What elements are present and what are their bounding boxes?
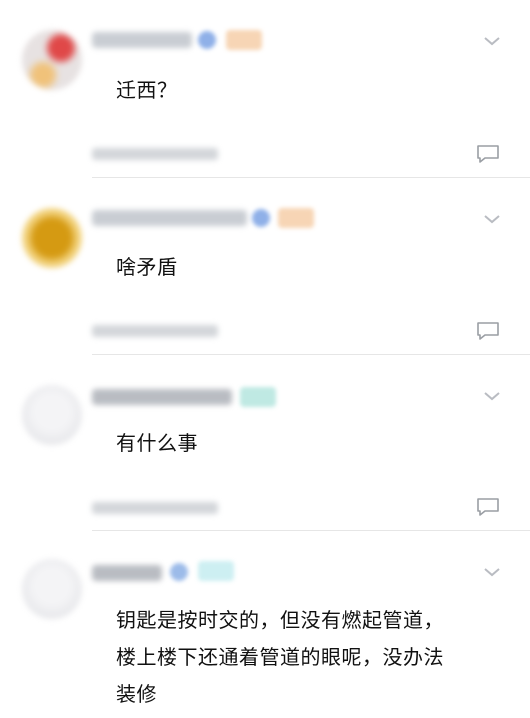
comment-text: 迁西？	[116, 78, 178, 102]
comment-item: 啥矛盾	[0, 180, 530, 355]
chevron-down-icon[interactable]	[482, 34, 502, 48]
chevron-down-icon[interactable]	[482, 389, 502, 403]
comment-text: 钥匙是按时交的，但没有燃起管道，楼上楼下还通着管道的眼呢，没办法装修	[116, 608, 444, 706]
level-badge	[226, 30, 262, 50]
comment-timestamp-blurred	[92, 148, 218, 160]
verified-badge-icon	[170, 563, 188, 581]
comment-text: 有什么事	[116, 431, 198, 455]
username-blurred[interactable]	[92, 210, 247, 226]
avatar[interactable]	[22, 30, 82, 90]
username-blurred[interactable]	[92, 389, 232, 405]
comment-item: 钥匙是按时交的，但没有燃起管道，楼上楼下还通着管道的眼呢，没办法装修	[0, 531, 530, 718]
username-blurred[interactable]	[92, 32, 192, 48]
username-blurred[interactable]	[92, 565, 162, 581]
verified-badge-icon	[252, 209, 270, 227]
comment-item: 迁西？	[0, 0, 530, 180]
comment-item: 有什么事	[0, 355, 530, 531]
avatar[interactable]	[22, 385, 82, 445]
comment-reply-icon[interactable]	[476, 144, 500, 164]
verified-badge-icon	[198, 31, 216, 49]
comment-timestamp-blurred	[92, 325, 218, 337]
divider	[92, 177, 530, 178]
chevron-down-icon[interactable]	[482, 212, 502, 226]
comment-reply-icon[interactable]	[476, 497, 500, 517]
level-badge	[198, 561, 234, 581]
chevron-down-icon[interactable]	[482, 565, 502, 579]
avatar[interactable]	[22, 559, 82, 619]
level-badge	[278, 208, 314, 228]
comment-reply-icon[interactable]	[476, 321, 500, 341]
comment-text: 啥矛盾	[116, 255, 178, 279]
avatar[interactable]	[22, 208, 82, 268]
comment-timestamp-blurred	[92, 502, 218, 514]
level-badge	[240, 387, 276, 407]
